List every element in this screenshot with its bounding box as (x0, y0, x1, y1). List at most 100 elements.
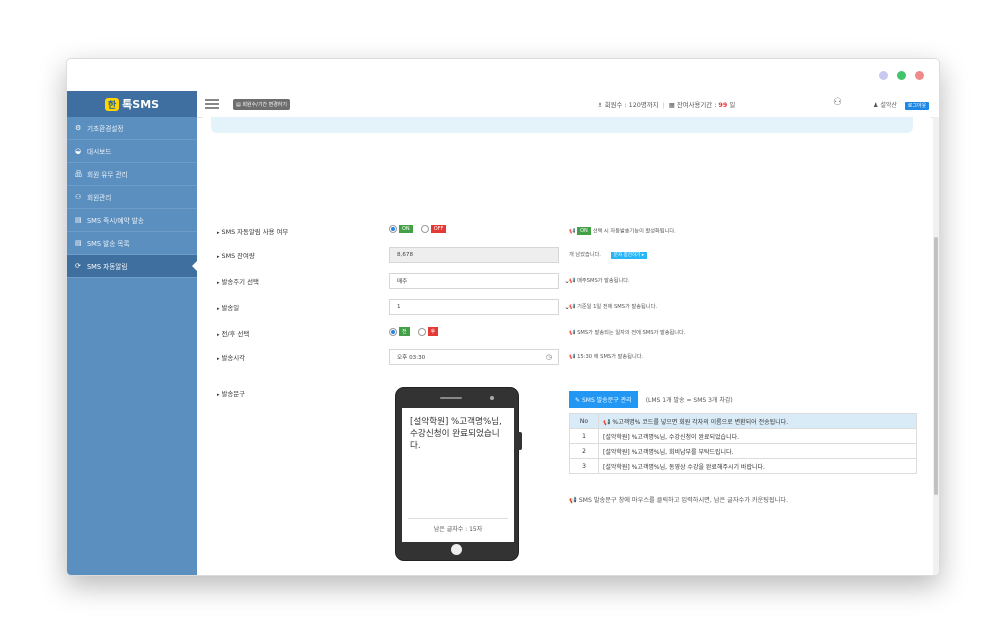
period-days: 99 (718, 101, 728, 109)
sidebar-item-label: 기초환경설정 (87, 125, 124, 133)
menu-toggle-icon[interactable] (205, 99, 219, 111)
phone-preview: [설악학원] %고객명%님, 수강신청이 완료되었습니다. 남은 글자수 : 1… (395, 387, 522, 561)
time-value: 오후 03:30 (397, 355, 426, 361)
after-radio[interactable] (417, 327, 426, 336)
members-icon: ♗ (597, 101, 603, 109)
phone-side-button (518, 432, 522, 450)
row-sms-use: SMS 자동알림 사용 여부 ON OFF 📢 ON선택 시 자동발송기능이 활… (203, 221, 931, 241)
logout-button[interactable]: 로그아웃 (904, 102, 930, 110)
table-header-text-label: %고객명% 코드를 넣으면 회원 각자의 이름으로 변환되어 전송됩니다. (612, 418, 789, 426)
period-prefix: 잔여사용기간 : (676, 101, 719, 109)
sms-use-on-radio[interactable] (389, 225, 397, 233)
recharge-button[interactable]: 문자 충전하기 ▸ (610, 252, 648, 259)
browser-window: 한 톡SMS ⚙ 기초환경설정 ◒ 대시보드 品 회원 유무 관리 ⚇ 회원관리… (66, 58, 940, 576)
user-area: ♟ 설악산 로그아웃 (873, 100, 930, 110)
row-text[interactable]: [설악학원] %고객명%님, 수강신청이 완료되었습니다. (598, 428, 917, 444)
message-icon: ▤ (75, 239, 82, 247)
megaphone-icon: 📢 (569, 228, 576, 235)
megaphone-icon: 📢 (569, 354, 576, 360)
time-field: 오후 03:30 ◷ (389, 349, 559, 365)
period-suffix: 일 (727, 101, 736, 109)
row-text[interactable]: [설악학원] %고객명%님, 동영상 수강을 완료해주시기 바랍니다. (598, 458, 917, 474)
hint-on-pill: ON (577, 227, 591, 235)
row-cycle: 발송주기 선택 매주⌄ 📢 매주SMS가 발송됩니다. (203, 271, 931, 291)
sidebar-item-sms-list[interactable]: ▤ SMS 발송 목록 (67, 232, 197, 255)
megaphone-icon: 📢 (569, 497, 577, 504)
message-template-table: No 📢 %고객명% 코드를 넣으면 회원 각자의 이름으로 변환되어 전송됩니… (569, 413, 917, 474)
message-icon: ▤ (75, 216, 82, 224)
day-hint: 📢 기준일 1일 전에 SMS가 발송됩니다. (569, 303, 657, 310)
row-no: 2 (569, 443, 599, 459)
phone-camera (490, 396, 494, 400)
sidebar-item-member-status[interactable]: 品 회원 유무 관리 (67, 163, 197, 186)
screen-divider (408, 518, 508, 519)
calendar-icon: ▦ (668, 101, 675, 109)
sidebar-item-label: 회원 유무 관리 (87, 171, 128, 179)
member-change-button[interactable]: ▤ 회원수/기간 변경하기 (233, 99, 291, 110)
sms-balance-label: SMS 잔여량 (217, 251, 255, 260)
manage-message-button[interactable]: ✎ SMS 발송문구 관리 (569, 391, 638, 408)
clock-icon: ◷ (545, 353, 552, 361)
day-value: 1 (397, 304, 401, 310)
message-label: 발송문구 (217, 389, 246, 398)
phone-home-button (451, 544, 462, 555)
main-content: SMS 자동알림 사용 여부 ON OFF 📢 ON선택 시 자동발송기능이 활… (203, 117, 931, 575)
row-before-after: 전/후 선택 전 후 📢 SMS가 발송되는 일자의 전에 SMS가 발송됩니다… (203, 323, 931, 343)
message-textarea[interactable]: [설악학원] %고객명%님, 수강신청이 완료되었습니다. 남은 글자수 : 1… (402, 408, 514, 542)
sidebar-item-dashboard[interactable]: ◒ 대시보드 (67, 140, 197, 163)
row-text[interactable]: [설악학원] %고객명%님, 회비납부를 부탁드립니다. (598, 443, 917, 459)
scrollbar-thumb[interactable] (934, 237, 938, 495)
sms-use-label: SMS 자동알림 사용 여부 (217, 227, 289, 236)
window-dot-2[interactable] (897, 71, 906, 80)
char-count: 남은 글자수 : 15자 (433, 526, 483, 533)
sidebar-item-sms-auto[interactable]: ⟳ SMS 자동알림 (67, 255, 197, 278)
time-label: 발송시각 (217, 353, 246, 362)
sidebar-item-members[interactable]: ⚇ 회원관리 (67, 186, 197, 209)
day-select[interactable]: 1 ⌄ (389, 299, 570, 315)
member-count: 회원수 : 120명까지 (604, 101, 659, 109)
table-header-text: 📢 %고객명% 코드를 넣으면 회원 각자의 이름으로 변환되어 전송됩니다. (598, 413, 917, 429)
sidebar-item-label: SMS 즉시/예약 발송 (87, 217, 144, 225)
sms-use-field: ON OFF (389, 225, 452, 233)
notice-band (211, 117, 913, 133)
row-message: 발송문구 (203, 383, 931, 403)
megaphone-icon: 📢 (569, 304, 576, 310)
user-icon: ♟ (873, 102, 879, 109)
time-input[interactable]: 오후 03:30 ◷ (389, 349, 559, 365)
window-dot-1[interactable] (879, 71, 888, 80)
dashboard-icon: ◒ (75, 147, 82, 155)
sms-balance-hint: 개 남았습니다. 문자 충전하기 ▸ (569, 251, 648, 259)
before-after-hint-text: SMS가 발송되는 일자의 전에 SMS가 발송됩니다. (577, 330, 686, 336)
sms-use-off-radio[interactable] (420, 225, 429, 233)
sidebar-item-label: 대시보드 (87, 148, 112, 156)
cycle-select[interactable]: 매주 ⌄ (389, 273, 570, 289)
row-time: 발송시각 오후 03:30 ◷ 📢 15:30 에 SMS가 발송됩니다. (203, 347, 931, 367)
off-pill: OFF (430, 225, 447, 233)
edit-icon: ✎ (575, 397, 581, 404)
help-icon[interactable]: ⚇ (833, 97, 842, 108)
user-name: 설악산 (880, 102, 897, 109)
megaphone-icon: 📢 (569, 330, 576, 336)
logo-text: 톡SMS (122, 98, 160, 111)
org-icon: 品 (75, 170, 82, 178)
table-row[interactable]: 1 [설악학원] %고객명%님, 수강신청이 완료되었습니다. (569, 428, 917, 444)
after-pill: 후 (427, 327, 439, 336)
sidebar-item-label: SMS 자동알림 (87, 263, 128, 271)
counting-note-text: SMS 발송문구 창에 마우스를 클릭하고 입력하시면, 남은 글자수가 카운팅… (578, 497, 789, 504)
gear-icon: ⚙ (75, 124, 82, 132)
table-row[interactable]: 3 [설악학원] %고객명%님, 동영상 수강을 완료해주시기 바랍니다. (569, 458, 917, 474)
on-pill: ON (399, 225, 413, 233)
sidebar-item-basic-settings[interactable]: ⚙ 기초환경설정 (67, 117, 197, 140)
row-no: 3 (569, 458, 599, 474)
logo[interactable]: 한 톡SMS (67, 91, 197, 117)
sms-use-hint: 📢 ON 선택 시 자동발송기능이 활성화됩니다. (569, 227, 676, 235)
sidebar-item-label: SMS 발송 목록 (87, 240, 130, 248)
window-dot-3[interactable] (915, 71, 924, 80)
sidebar-item-sms-send[interactable]: ▤ SMS 즉시/예약 발송 (67, 209, 197, 232)
row-no: 1 (569, 428, 599, 444)
before-radio[interactable] (389, 327, 397, 336)
table-row[interactable]: 2 [설악학원] %고객명%님, 회비납부를 부탁드립니다. (569, 443, 917, 459)
day-field: 1 ⌄ (389, 299, 570, 315)
cycle-field: 매주 ⌄ (389, 273, 570, 289)
day-hint-text: 기준일 1일 전에 SMS가 발송됩니다. (577, 304, 658, 310)
